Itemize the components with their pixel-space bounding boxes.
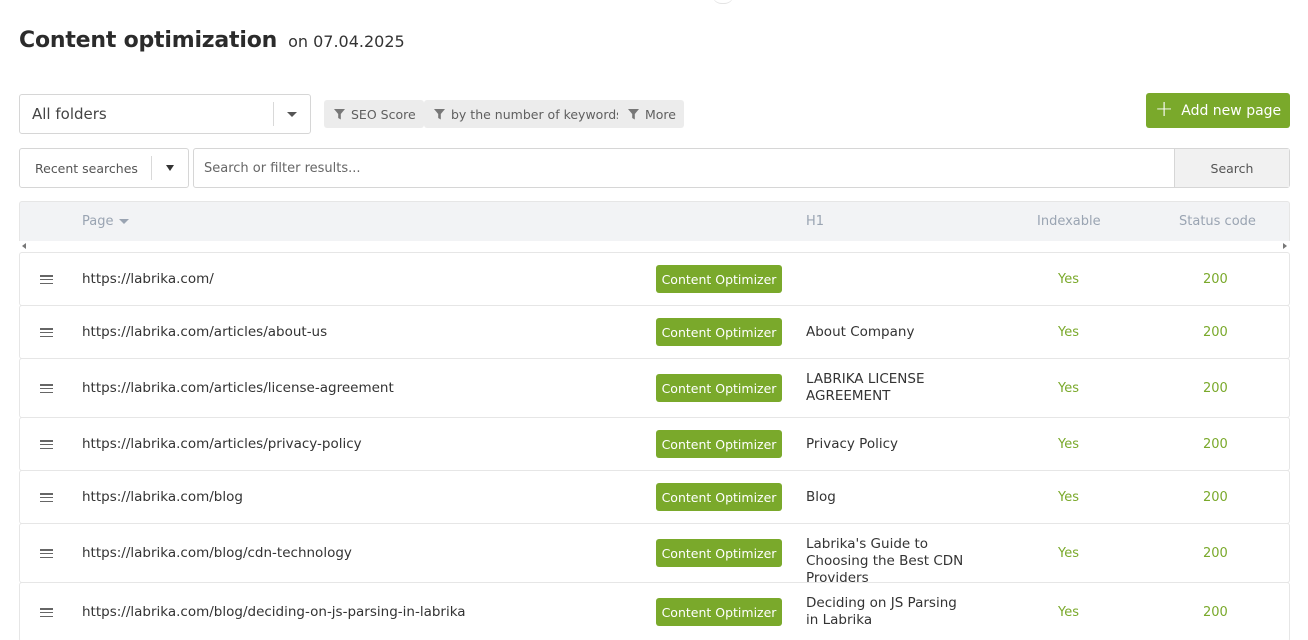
scroll-right-icon[interactable]	[1283, 243, 1287, 249]
indexable-value: Yes	[1058, 437, 1079, 452]
folder-select-value: All folders	[32, 105, 107, 123]
column-header-page[interactable]: Page	[82, 214, 130, 229]
status-code-value: 200	[1203, 490, 1228, 505]
chip-label: SEO Score	[351, 106, 416, 122]
filter-icon	[334, 108, 345, 120]
page-url[interactable]: https://labrika.com/blog	[82, 489, 243, 505]
drag-handle-icon[interactable]	[40, 608, 53, 617]
indexable-value: Yes	[1058, 546, 1079, 561]
indexable-value: Yes	[1058, 490, 1079, 505]
plus-icon: +	[1154, 96, 1174, 122]
h1-value: Blog	[806, 489, 836, 505]
page-url[interactable]: https://labrika.com/articles/license-agr…	[82, 380, 394, 396]
page-url[interactable]: https://labrika.com/articles/privacy-pol…	[82, 436, 362, 452]
search-bar: Search	[193, 148, 1290, 188]
table-row[interactable]: https://labrika.com/blog/deciding-on-js-…	[19, 582, 1290, 640]
indexable-value: Yes	[1058, 605, 1079, 620]
table-row[interactable]: https://labrika.com/articles/about-us Co…	[19, 305, 1290, 359]
add-new-page-label: Add new page	[1181, 102, 1282, 119]
status-code-value: 200	[1203, 437, 1228, 452]
recent-searches-select[interactable]: Recent searches	[19, 148, 189, 188]
table-row[interactable]: https://labrika.com/ Content Optimizer Y…	[19, 252, 1290, 306]
h1-value: Labrika's Guide to Choosing the Best CDN…	[806, 536, 964, 586]
drag-handle-icon[interactable]	[40, 275, 53, 284]
chip-label: by the number of keywords	[451, 106, 623, 122]
content-optimizer-button[interactable]: Content Optimizer	[656, 374, 782, 402]
status-code-value: 200	[1203, 325, 1228, 340]
chevron-down-icon[interactable]	[274, 111, 310, 117]
content-optimizer-button[interactable]: Content Optimizer	[656, 318, 782, 346]
page-header: Content optimization on 07.04.2025	[19, 28, 405, 53]
page-date: on 07.04.2025	[288, 32, 405, 51]
content-optimizer-button[interactable]: Content Optimizer	[656, 265, 782, 293]
drag-handle-icon[interactable]	[40, 440, 53, 449]
table-row[interactable]: https://labrika.com/blog/cdn-technology …	[19, 523, 1290, 586]
filter-chip-keywords[interactable]: by the number of keywords	[424, 100, 631, 128]
column-header-page-label: Page	[82, 214, 114, 229]
drag-handle-icon[interactable]	[40, 384, 53, 393]
h1-value: Deciding on JS Parsing in Labrika	[806, 595, 957, 628]
drag-handle-icon[interactable]	[40, 493, 53, 502]
indexable-value: Yes	[1058, 272, 1079, 287]
search-button[interactable]: Search	[1174, 149, 1289, 187]
h1-value: LABRIKA LICENSE AGREEMENT	[806, 371, 925, 404]
scroll-left-icon[interactable]	[22, 243, 26, 249]
search-input[interactable]	[194, 149, 1174, 187]
recent-searches-label: Recent searches	[35, 160, 138, 176]
column-header-h1[interactable]: H1	[806, 214, 824, 229]
h1-value: About Company	[806, 324, 915, 340]
indexable-value: Yes	[1058, 325, 1079, 340]
content-optimizer-button[interactable]: Content Optimizer	[656, 598, 782, 626]
page-url[interactable]: https://labrika.com/blog/deciding-on-js-…	[82, 604, 466, 620]
filter-chip-seo-score[interactable]: SEO Score	[324, 100, 424, 128]
table-header: Page H1 Indexable Status code	[19, 201, 1290, 241]
column-header-status-code[interactable]: Status code	[1179, 214, 1256, 229]
filter-icon	[434, 108, 445, 120]
drag-handle-icon[interactable]	[40, 328, 53, 337]
drag-handle-icon[interactable]	[40, 549, 53, 558]
page-url[interactable]: https://labrika.com/blog/cdn-technology	[82, 545, 352, 561]
status-code-value: 200	[1203, 605, 1228, 620]
indexable-value: Yes	[1058, 381, 1079, 396]
content-optimizer-button[interactable]: Content Optimizer	[656, 430, 782, 458]
column-header-indexable[interactable]: Indexable	[1037, 214, 1101, 229]
add-new-page-button[interactable]: + Add new page	[1146, 93, 1290, 128]
page-url[interactable]: https://labrika.com/	[82, 271, 214, 287]
table-row[interactable]: https://labrika.com/blog Content Optimiz…	[19, 470, 1290, 524]
status-code-value: 200	[1203, 546, 1228, 561]
status-code-value: 200	[1203, 272, 1228, 287]
filter-chip-more[interactable]: More	[618, 100, 684, 128]
page-url[interactable]: https://labrika.com/articles/about-us	[82, 324, 327, 340]
top-decoration	[712, 0, 734, 4]
h1-value: Privacy Policy	[806, 436, 899, 452]
content-optimizer-button[interactable]: Content Optimizer	[656, 539, 782, 567]
table-row[interactable]: https://labrika.com/articles/privacy-pol…	[19, 417, 1290, 471]
filter-icon	[628, 108, 639, 120]
chip-label: More	[645, 106, 676, 122]
table-row[interactable]: https://labrika.com/articles/license-agr…	[19, 358, 1290, 418]
status-code-value: 200	[1203, 381, 1228, 396]
page-title: Content optimization	[19, 28, 278, 53]
folder-select[interactable]: All folders	[19, 94, 311, 134]
sort-arrow-icon	[119, 219, 130, 224]
content-optimizer-button[interactable]: Content Optimizer	[656, 483, 782, 511]
chevron-down-icon[interactable]	[152, 165, 188, 171]
